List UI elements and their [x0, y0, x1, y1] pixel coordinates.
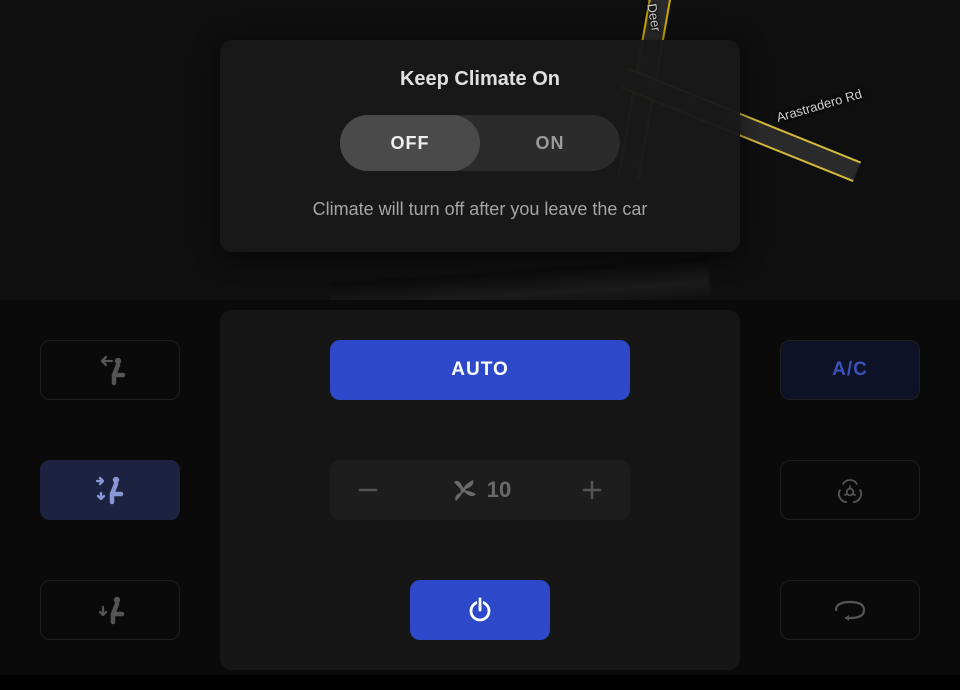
biohazard-icon [831, 471, 869, 509]
fan-speed-value: 10 [487, 477, 511, 503]
dialog-description: Climate will turn off after you leave th… [244, 199, 716, 220]
climate-panel: A/C AUTO [0, 300, 960, 690]
airflow-face-feet-icon [90, 473, 130, 507]
airflow-face-button[interactable] [40, 340, 180, 400]
biohazard-button[interactable] [780, 460, 920, 520]
auto-button[interactable]: AUTO [330, 340, 630, 400]
dialog-title: Keep Climate On [244, 68, 716, 91]
toggle-on-button[interactable]: ON [480, 115, 620, 171]
power-icon [466, 596, 494, 624]
fan-speed-row: 10 [330, 460, 630, 520]
power-button[interactable] [410, 580, 550, 640]
recirculate-button[interactable] [780, 580, 920, 640]
toggle-off-button[interactable]: OFF [340, 115, 480, 171]
bottom-bar [0, 675, 960, 690]
ac-button[interactable]: A/C [780, 340, 920, 400]
climate-center-panel: AUTO [220, 310, 740, 670]
plus-icon [581, 479, 603, 501]
recirculate-icon [828, 596, 872, 624]
airflow-feet-button[interactable] [40, 580, 180, 640]
airflow-face-feet-button[interactable] [40, 460, 180, 520]
fan-decrease-button[interactable] [348, 470, 388, 510]
airflow-feet-icon [90, 593, 130, 627]
minus-icon [357, 479, 379, 501]
keep-climate-dialog: Keep Climate On OFF ON Climate will turn… [220, 40, 740, 252]
keep-climate-toggle: OFF ON [340, 115, 620, 171]
fan-icon [449, 476, 477, 504]
airflow-face-icon [90, 353, 130, 387]
fan-increase-button[interactable] [572, 470, 612, 510]
road-label-arastradero: Arastradero Rd [775, 86, 864, 125]
fan-speed-display: 10 [449, 476, 511, 504]
